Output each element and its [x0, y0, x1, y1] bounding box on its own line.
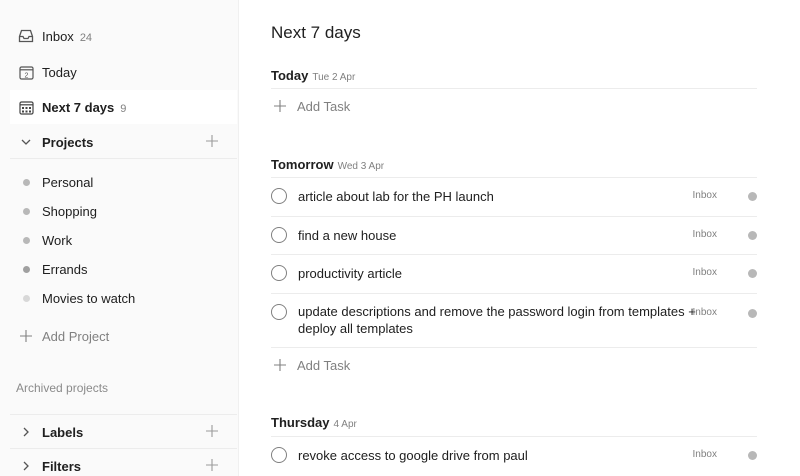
- svg-text:2: 2: [24, 72, 28, 79]
- project-label: Errands: [42, 262, 88, 277]
- add-task-label: Add Task: [297, 358, 351, 373]
- day-name: Thursday: [271, 415, 330, 430]
- project-color-dot: [23, 237, 30, 244]
- projects-section-title: Projects: [42, 135, 94, 150]
- filters-section-toggle[interactable]: Filters: [10, 449, 237, 476]
- sidebar-item-inbox[interactable]: Inbox 24: [10, 19, 237, 53]
- divider: [271, 293, 757, 294]
- task-project-label[interactable]: Inbox: [693, 190, 717, 201]
- task-project-label[interactable]: Inbox: [693, 267, 717, 278]
- sidebar-item-today[interactable]: 2 Today: [10, 55, 237, 89]
- project-color-dot: [23, 179, 30, 186]
- task-project-label[interactable]: Inbox: [693, 307, 717, 318]
- project-item-personal[interactable]: Personal: [10, 168, 237, 197]
- project-label: Personal: [42, 175, 94, 190]
- project-label: Movies to watch: [42, 291, 136, 306]
- day-name: Today: [271, 68, 309, 83]
- archived-projects-link[interactable]: Archived projects: [16, 381, 108, 395]
- divider: [271, 216, 757, 217]
- add-project-button[interactable]: Add Project: [10, 322, 237, 352]
- project-color-dot: [748, 451, 757, 460]
- next7-count-badge: 9: [120, 102, 127, 115]
- task-project-label[interactable]: Inbox: [693, 449, 717, 460]
- day-header-today: Today Tue 2 Apr: [271, 68, 757, 88]
- sidebar-item-label: Today: [42, 64, 77, 80]
- page-title: Next 7 days: [271, 23, 361, 42]
- inbox-icon: [18, 28, 34, 44]
- inbox-count-badge: 24: [79, 31, 93, 44]
- project-item-errands[interactable]: Errands: [10, 255, 237, 284]
- calendar-day-icon: 2: [18, 64, 34, 80]
- add-task-label: Add Task: [297, 99, 351, 114]
- sidebar-item-label: Inbox: [42, 28, 74, 44]
- task-content[interactable]: find a new house: [298, 227, 698, 244]
- day-name: Tomorrow: [271, 157, 334, 172]
- add-label-plus-icon[interactable]: [205, 424, 219, 438]
- project-color-dot: [748, 309, 757, 318]
- project-label: Work: [42, 233, 73, 248]
- divider: [10, 158, 237, 159]
- plus-icon: [20, 330, 32, 342]
- task-checkbox[interactable]: [271, 265, 287, 281]
- sidebar-item-label: Next 7 days: [42, 99, 115, 115]
- project-label: Shopping: [42, 204, 97, 219]
- task-content[interactable]: productivity article: [298, 265, 698, 282]
- task-checkbox[interactable]: [271, 304, 287, 320]
- add-task-button[interactable]: Add Task: [271, 352, 757, 380]
- project-color-dot: [23, 266, 30, 273]
- project-item-shopping[interactable]: Shopping: [10, 197, 237, 226]
- filters-section-title: Filters: [42, 459, 82, 474]
- day-date: Tue 2 Apr: [312, 72, 356, 83]
- add-project-plus-icon[interactable]: [205, 134, 219, 148]
- project-item-work[interactable]: Work: [10, 226, 237, 255]
- add-task-button[interactable]: Add Task: [271, 93, 757, 121]
- project-color-dot: [748, 231, 757, 240]
- day-date: Wed 3 Apr: [337, 161, 385, 172]
- day-date: 4 Apr: [333, 419, 357, 430]
- sidebar: Inbox 24 2 Today Next 7 days 9 Projects Pe…: [0, 0, 238, 476]
- task-content[interactable]: update descriptions and remove the passw…: [298, 303, 698, 337]
- project-color-dot: [748, 269, 757, 278]
- task-content[interactable]: article about lab for the PH launch: [298, 188, 698, 205]
- divider: [271, 347, 757, 348]
- plus-icon: [274, 359, 286, 371]
- project-color-dot: [23, 295, 30, 302]
- labels-section-toggle[interactable]: Labels: [10, 415, 237, 449]
- task-project-label[interactable]: Inbox: [693, 229, 717, 240]
- main-content: Next 7 days Today Tue 2 Apr Add Task Tomo…: [238, 0, 800, 476]
- project-color-dot: [748, 192, 757, 201]
- labels-section-title: Labels: [42, 425, 84, 440]
- projects-section-toggle[interactable]: Projects: [10, 125, 237, 159]
- plus-icon: [274, 100, 286, 112]
- chevron-down-icon: [21, 139, 31, 145]
- divider: [271, 254, 757, 255]
- task-checkbox[interactable]: [271, 227, 287, 243]
- add-project-label: Add Project: [42, 329, 110, 344]
- sidebar-item-next-7-days[interactable]: Next 7 days 9: [10, 90, 237, 124]
- chevron-right-icon: [23, 461, 29, 471]
- day-header-tomorrow: Tomorrow Wed 3 Apr: [271, 157, 757, 177]
- divider: [271, 177, 757, 178]
- calendar-week-icon: [18, 99, 34, 115]
- project-item-movies-to-watch[interactable]: Movies to watch: [10, 284, 237, 313]
- chevron-right-icon: [23, 427, 29, 437]
- add-filter-plus-icon[interactable]: [205, 458, 219, 472]
- task-content[interactable]: revoke access to google drive from paul: [298, 447, 698, 464]
- day-header-thursday: Thursday 4 Apr: [271, 415, 757, 435]
- task-checkbox[interactable]: [271, 188, 287, 204]
- divider: [271, 436, 757, 437]
- task-checkbox[interactable]: [271, 447, 287, 463]
- divider: [271, 88, 757, 89]
- project-color-dot: [23, 208, 30, 215]
